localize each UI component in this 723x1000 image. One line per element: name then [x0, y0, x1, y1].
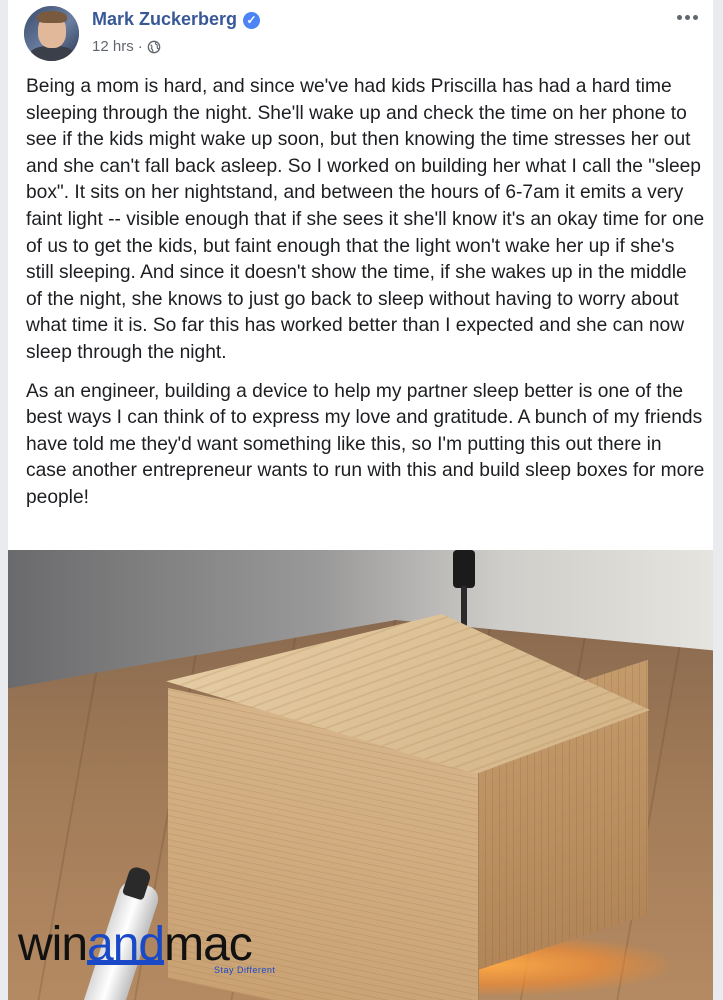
avatar-hair	[37, 11, 67, 23]
post-paragraph: Being a mom is hard, and since we've had…	[26, 76, 705, 363]
more-options-icon[interactable]	[673, 6, 701, 28]
verified-badge-icon: ✓	[243, 12, 261, 29]
author-name[interactable]: Mark Zuckerberg	[92, 9, 237, 29]
post-card: Mark Zuckerberg ✓ 12 hrs · Being a mom is…	[8, 0, 713, 1000]
post-header: Mark Zuckerberg ✓ 12 hrs ·	[8, 0, 713, 66]
post-paragraph: As an engineer, building a device to hel…	[26, 380, 705, 508]
watermark-part-and: and	[87, 918, 165, 971]
photo-wall-plug	[453, 550, 475, 588]
more-dot	[692, 14, 698, 20]
post-body: Being a mom is hard, and since we've had…	[26, 74, 706, 524]
post-meta: 12 hrs ·	[92, 38, 161, 55]
watermark-part-mac: mac	[164, 918, 253, 971]
meta-separator: ·	[137, 38, 143, 55]
author-avatar[interactable]	[24, 6, 79, 61]
post-timestamp[interactable]: 12 hrs	[92, 38, 134, 55]
avatar-shirt	[30, 46, 74, 61]
more-dot	[676, 14, 682, 20]
watermark-tagline: Stay Different	[214, 965, 276, 975]
watermark-part-win: win	[18, 918, 88, 971]
more-dot	[684, 14, 690, 20]
globe-icon[interactable]	[147, 40, 161, 54]
author-name-link[interactable]: Mark Zuckerberg ✓	[92, 9, 261, 30]
